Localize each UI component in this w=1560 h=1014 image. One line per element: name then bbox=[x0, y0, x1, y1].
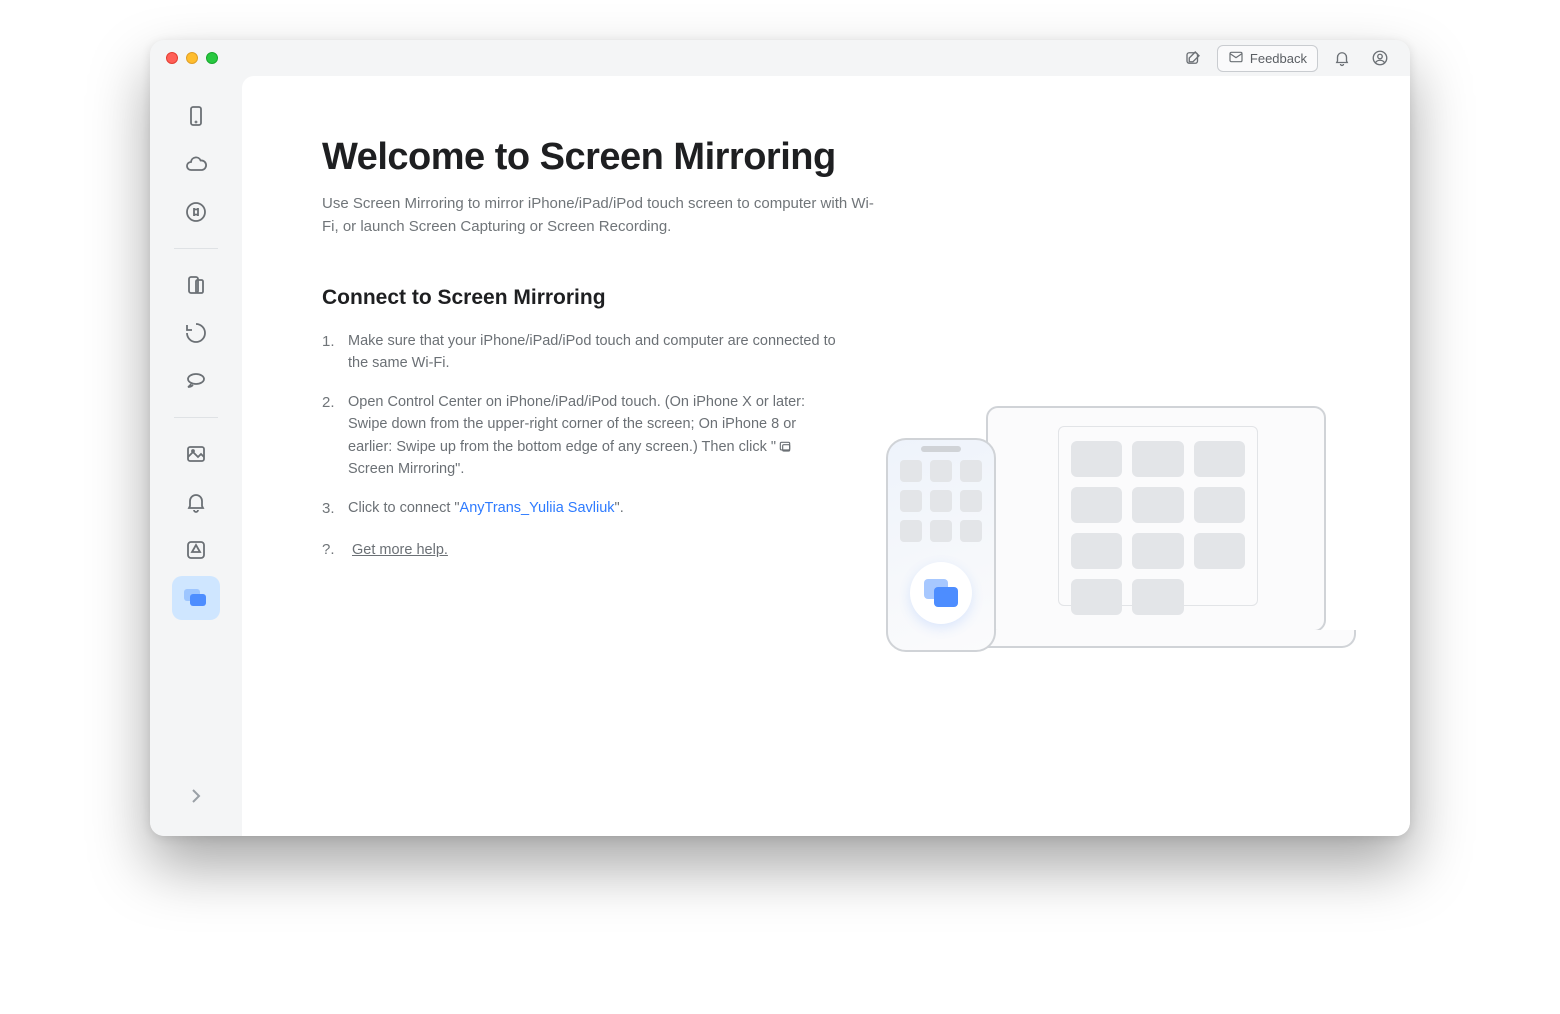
step-3-text-b: ". bbox=[615, 500, 624, 516]
step-3: Click to connect "AnyTrans_Yuliia Savliu… bbox=[322, 497, 842, 519]
screen-mirroring-icon bbox=[184, 589, 208, 607]
step-2-mirror-label: Screen Mirroring bbox=[348, 461, 455, 477]
feedback-label: Feedback bbox=[1250, 51, 1307, 66]
screen-mirroring-inline-icon bbox=[778, 440, 792, 454]
sidebar-collapse-button[interactable] bbox=[172, 774, 220, 818]
section-title: Connect to Screen Mirroring bbox=[322, 286, 842, 310]
step-2: Open Control Center on iPhone/iPad/iPod … bbox=[322, 391, 842, 481]
step-2-text-b: ". bbox=[455, 461, 464, 477]
help-qmark: ?. bbox=[322, 541, 342, 558]
sidebar-divider bbox=[174, 417, 218, 418]
notifications-button[interactable] bbox=[1328, 46, 1356, 70]
illus-mirroring-badge bbox=[910, 562, 972, 624]
sidebar-divider bbox=[174, 248, 218, 249]
compose-button[interactable] bbox=[1179, 46, 1207, 70]
sidebar-item-screen-mirroring[interactable] bbox=[172, 576, 220, 620]
step-2-text-a: Open Control Center on iPhone/iPad/iPod … bbox=[348, 394, 805, 455]
step-3-device-name: AnyTrans_Yuliia Savliuk bbox=[460, 500, 615, 516]
close-window-button[interactable] bbox=[166, 52, 178, 64]
sidebar-item-media[interactable] bbox=[172, 190, 220, 234]
feedback-button[interactable]: Feedback bbox=[1217, 45, 1318, 72]
get-more-help-link[interactable]: Get more help. bbox=[352, 542, 448, 558]
mirroring-badge-icon bbox=[924, 579, 958, 607]
step-1-text: Make sure that your iPhone/iPad/iPod tou… bbox=[348, 333, 836, 371]
step-1: Make sure that your iPhone/iPad/iPod tou… bbox=[322, 330, 842, 375]
page-title: Welcome to Screen Mirroring bbox=[322, 136, 1330, 179]
sidebar-item-device[interactable] bbox=[172, 94, 220, 138]
window-controls bbox=[160, 52, 218, 64]
help-row: ?. Get more help. bbox=[322, 541, 842, 558]
sidebar-item-cloud[interactable] bbox=[172, 142, 220, 186]
account-button[interactable] bbox=[1366, 46, 1394, 70]
page-subtitle: Use Screen Mirroring to mirror iPhone/iP… bbox=[322, 193, 882, 238]
titlebar: Feedback bbox=[150, 40, 1410, 76]
sidebar-item-photos[interactable] bbox=[172, 432, 220, 476]
steps-list: Make sure that your iPhone/iPad/iPod tou… bbox=[322, 330, 842, 519]
mail-icon bbox=[1228, 49, 1244, 68]
sidebar-item-backup[interactable] bbox=[172, 311, 220, 355]
sidebar-item-messages[interactable] bbox=[172, 359, 220, 403]
sidebar bbox=[150, 76, 242, 836]
sidebar-item-apps[interactable] bbox=[172, 528, 220, 572]
zoom-window-button[interactable] bbox=[206, 52, 218, 64]
app-window: Feedback bbox=[150, 40, 1410, 836]
main-content: Welcome to Screen Mirroring Use Screen M… bbox=[242, 76, 1410, 836]
illustration bbox=[882, 286, 1330, 686]
illus-laptop-grid bbox=[1058, 426, 1258, 606]
step-3-text-a: Click to connect " bbox=[348, 500, 460, 516]
sidebar-item-ringtones[interactable] bbox=[172, 480, 220, 524]
illus-laptop bbox=[986, 406, 1326, 632]
minimize-window-button[interactable] bbox=[186, 52, 198, 64]
sidebar-item-transfer[interactable] bbox=[172, 263, 220, 307]
illus-laptop-base bbox=[956, 630, 1356, 648]
